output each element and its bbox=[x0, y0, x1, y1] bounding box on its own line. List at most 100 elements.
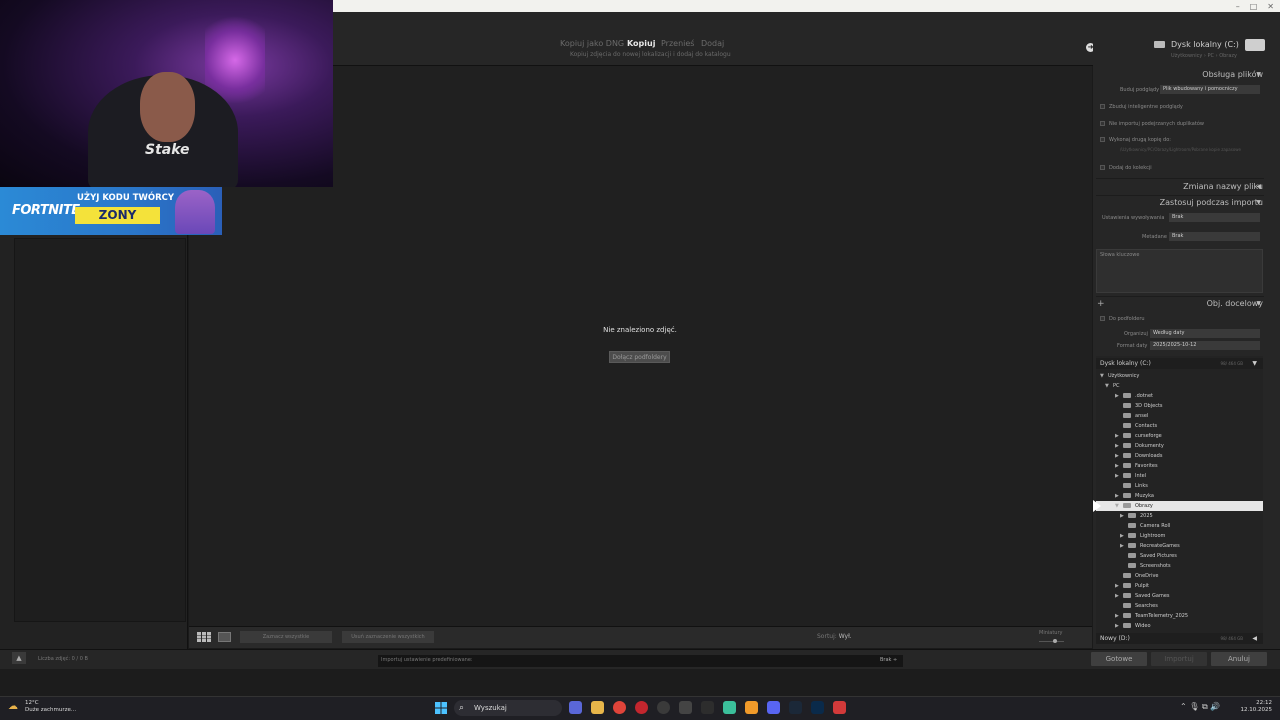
triangle-right-icon[interactable]: ▶ bbox=[1120, 541, 1128, 551]
thumbnail-slider-handle[interactable] bbox=[1053, 639, 1057, 643]
system-tray[interactable]: ⌃ 🎙 ⧉ 🔊 bbox=[1180, 702, 1220, 712]
mode-copy[interactable]: Kopiuj bbox=[627, 39, 655, 48]
second-copy-checkbox[interactable] bbox=[1100, 137, 1105, 142]
thumbnail-slider[interactable] bbox=[1039, 641, 1064, 642]
tree-item[interactable]: OneDrive bbox=[1115, 571, 1159, 581]
taskbar-search[interactable]: Wyszukaj bbox=[454, 700, 562, 716]
triangle-right-icon[interactable]: ▶ bbox=[1115, 591, 1123, 601]
build-previews-select[interactable]: Plik wbudowany i pomocniczy bbox=[1160, 85, 1260, 94]
tree-item[interactable]: Saved Pictures bbox=[1120, 551, 1177, 561]
into-subfolder-checkbox[interactable] bbox=[1100, 316, 1105, 321]
develop-settings-select[interactable]: Brak bbox=[1169, 213, 1260, 222]
chevron-up-icon[interactable]: ▲ bbox=[12, 652, 26, 664]
tree-item[interactable]: ▼ PC bbox=[1105, 381, 1120, 391]
xbox-icon[interactable] bbox=[679, 701, 692, 714]
import-preset-select[interactable]: Brak ÷ bbox=[880, 657, 897, 663]
loupe-view-icon[interactable] bbox=[218, 632, 231, 642]
mode-copy-dng[interactable]: Kopiuj jako DNG bbox=[560, 39, 624, 48]
lightroom-classic-icon[interactable] bbox=[811, 701, 824, 714]
triangle-right-icon[interactable]: ▶ bbox=[1115, 461, 1123, 471]
tree-item[interactable]: ▶ Muzyka bbox=[1115, 491, 1154, 501]
chrome-icon[interactable] bbox=[613, 701, 626, 714]
triangle-right-icon[interactable]: ▶ bbox=[1115, 581, 1123, 591]
uncheck-all-button[interactable]: Usuń zaznaczenie wszystkich bbox=[342, 631, 434, 643]
triangle-right-icon[interactable]: ▶ bbox=[1120, 511, 1128, 521]
add-to-collection-checkbox[interactable] bbox=[1100, 165, 1105, 170]
tree-item[interactable]: ▶ Favorites bbox=[1115, 461, 1158, 471]
app-icon[interactable] bbox=[745, 701, 758, 714]
file-explorer-icon[interactable] bbox=[591, 701, 604, 714]
collapse-icon[interactable]: ▼ bbox=[1256, 199, 1261, 206]
vpn-icon[interactable] bbox=[723, 701, 736, 714]
done-button[interactable]: Gotowe bbox=[1091, 652, 1147, 666]
discord-icon[interactable] bbox=[767, 701, 780, 714]
weather-icon[interactable]: ☁ bbox=[8, 702, 20, 712]
triangle-down-icon[interactable]: ▼ bbox=[1100, 371, 1108, 381]
tree-item[interactable]: ▶ Dokumenty bbox=[1115, 441, 1164, 451]
tree-item[interactable]: Contacts bbox=[1115, 421, 1157, 431]
triangle-right-icon[interactable]: ▶ bbox=[1120, 531, 1128, 541]
obs-icon[interactable] bbox=[657, 701, 670, 714]
tree-item[interactable]: ▶ Lightroom bbox=[1120, 531, 1165, 541]
triangle-right-icon[interactable]: ▶ bbox=[1115, 441, 1123, 451]
date-format-select[interactable]: 2025/2025-10-12 bbox=[1150, 341, 1260, 350]
expand-icon[interactable]: ◀ bbox=[1256, 183, 1261, 190]
tree-item[interactable]: ▼ Obrazy bbox=[1115, 501, 1153, 511]
tree-item[interactable]: ▶ 2025 bbox=[1120, 511, 1153, 521]
triangle-right-icon[interactable]: ▶ bbox=[1115, 391, 1123, 401]
triangle-right-icon[interactable]: ▶ bbox=[1115, 611, 1123, 621]
tree-item[interactable]: Links bbox=[1115, 481, 1148, 491]
windows-start-icon[interactable] bbox=[435, 702, 447, 714]
steam-icon[interactable] bbox=[789, 701, 802, 714]
tree-item[interactable]: ▶ Downloads bbox=[1115, 451, 1162, 461]
triangle-right-icon[interactable]: ▶ bbox=[1115, 471, 1123, 481]
active-app-icon[interactable] bbox=[833, 701, 846, 714]
drive-d-header[interactable]: Nowy (D:) 98/ 464 GB ◀ bbox=[1096, 633, 1263, 644]
triangle-right-icon[interactable]: ▶ bbox=[1115, 431, 1123, 441]
tree-item[interactable]: ▼ Użytkownicy bbox=[1100, 371, 1139, 381]
tree-item[interactable]: ▶ Intel bbox=[1115, 471, 1146, 481]
grid-view-icon[interactable] bbox=[197, 632, 211, 642]
collapse-icon[interactable]: ▼ bbox=[1256, 300, 1261, 307]
tree-item[interactable]: 3D Objects bbox=[1115, 401, 1163, 411]
destination-drive[interactable]: Dysk lokalny (C:) bbox=[1171, 40, 1239, 49]
triangle-down-icon[interactable]: ▼ bbox=[1115, 501, 1123, 511]
maximize-icon[interactable]: □ bbox=[1250, 2, 1258, 11]
opera-icon[interactable] bbox=[635, 701, 648, 714]
collapse-icon[interactable]: ▼ bbox=[1256, 71, 1261, 78]
no-duplicates-checkbox[interactable] bbox=[1100, 121, 1105, 126]
sort-value[interactable]: Wył. bbox=[839, 633, 852, 640]
metadata-select[interactable]: Brak bbox=[1169, 232, 1260, 241]
tree-item[interactable]: ▶ Wideo bbox=[1115, 621, 1151, 631]
triangle-right-icon[interactable]: ▶ bbox=[1115, 491, 1123, 501]
mode-move[interactable]: Przenieś bbox=[661, 39, 694, 48]
tree-item[interactable]: ▶ Saved Games bbox=[1115, 591, 1170, 601]
tree-item[interactable]: ▶ Pulpit bbox=[1115, 581, 1149, 591]
triangle-right-icon[interactable]: ▶ bbox=[1115, 451, 1123, 461]
apply-during-import-title[interactable]: Zastosuj podczas importu bbox=[1160, 198, 1263, 207]
tree-item[interactable]: ansel bbox=[1115, 411, 1148, 421]
import-button[interactable]: Importuj bbox=[1151, 652, 1207, 666]
source-tree[interactable] bbox=[14, 238, 186, 622]
organize-select[interactable]: Według daty bbox=[1150, 329, 1260, 338]
destination-title[interactable]: Obj. docelowy bbox=[1207, 299, 1263, 308]
expand-icon[interactable]: ◀ bbox=[1252, 633, 1257, 644]
smart-previews-checkbox[interactable] bbox=[1100, 104, 1105, 109]
triangle-right-icon[interactable]: ▶ bbox=[1115, 621, 1123, 631]
collapse-icon[interactable]: ▼ bbox=[1252, 358, 1257, 369]
file-handling-title[interactable]: Obsługa plików bbox=[1202, 70, 1263, 79]
tree-item[interactable]: ▶ TeamTelemetry_2025 bbox=[1115, 611, 1188, 621]
tree-item[interactable]: ▶ RecreateGames bbox=[1120, 541, 1180, 551]
check-all-button[interactable]: Zaznacz wszystkie bbox=[240, 631, 332, 643]
minimize-icon[interactable]: – bbox=[1236, 2, 1240, 11]
tree-item[interactable]: ▶ .dotnet bbox=[1115, 391, 1153, 401]
tree-item[interactable]: ▶ curseforge bbox=[1115, 431, 1162, 441]
mode-add[interactable]: Dodaj bbox=[701, 39, 724, 48]
tree-item[interactable]: Screenshots bbox=[1120, 561, 1171, 571]
add-folder-icon[interactable]: + bbox=[1097, 299, 1105, 309]
triangle-down-icon[interactable]: ▼ bbox=[1105, 381, 1113, 391]
drive-c-header[interactable]: Dysk lokalny (C:) 98/ 464 GB ▼ bbox=[1096, 358, 1263, 369]
tree-item[interactable]: Camera Roll bbox=[1120, 521, 1170, 531]
weather-widget[interactable]: 12°C Duże zachmurze... bbox=[25, 700, 76, 714]
clock[interactable]: 22:12 12.10.2025 bbox=[1238, 700, 1273, 714]
